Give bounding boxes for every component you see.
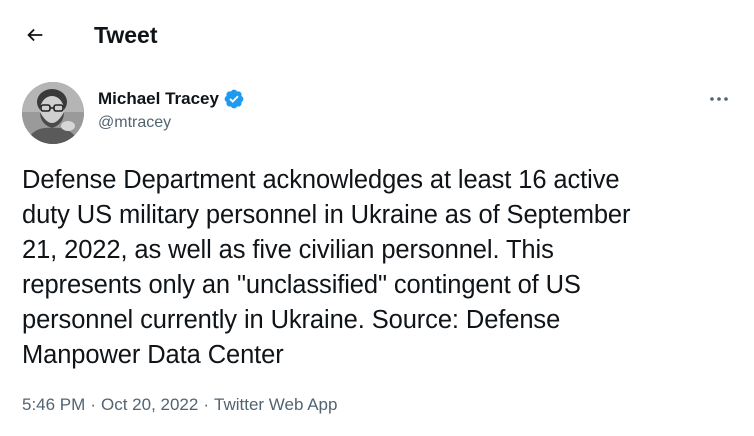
tweet-time[interactable]: 5:46 PM: [22, 394, 85, 416]
avatar-image: [22, 82, 84, 144]
back-button[interactable]: [14, 14, 56, 56]
more-button[interactable]: [702, 86, 736, 112]
tweet-date[interactable]: Oct 20, 2022: [101, 394, 198, 416]
meta-separator: ·: [90, 395, 96, 414]
avatar[interactable]: [22, 82, 84, 144]
tweet-header: Tweet: [0, 0, 754, 68]
page-title: Tweet: [94, 22, 158, 48]
author-handle[interactable]: @mtracey: [98, 114, 171, 132]
more-horizontal-icon: [710, 97, 728, 101]
arrow-left-icon: [27, 28, 43, 42]
verified-badge-icon: [223, 88, 245, 110]
tweet-source[interactable]: Twitter Web App: [214, 394, 337, 416]
author-name[interactable]: Michael Tracey: [98, 89, 219, 109]
author-name-row: Michael Tracey: [98, 88, 245, 110]
tweet-meta: 5:46 PM · Oct 20, 2022 · Twitter Web App: [22, 394, 337, 416]
meta-separator: ·: [203, 395, 209, 414]
tweet-text: Defense Department acknowledges at least…: [22, 166, 631, 369]
